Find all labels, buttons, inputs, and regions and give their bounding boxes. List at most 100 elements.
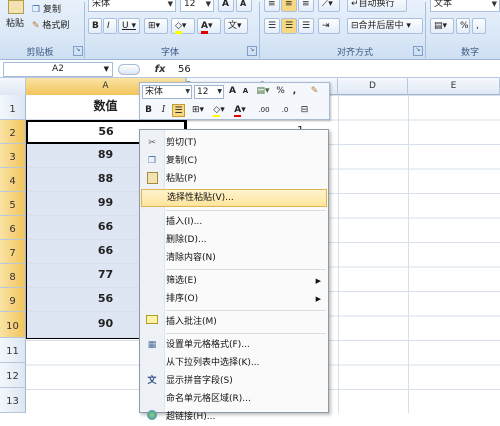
align-bottom-button[interactable]: ≡ <box>298 0 314 12</box>
menu-item-define-name[interactable]: 命名单元格区域(R)... <box>141 390 327 408</box>
mini-center-button[interactable]: ☰ <box>172 104 185 117</box>
number-group-label: 数字 <box>460 48 479 58</box>
mini-format-painter-button[interactable]: ✎ <box>308 85 321 98</box>
font-size-combo[interactable]: 12 ▼ <box>180 0 214 12</box>
clipboard-group-label: 剪贴板 <box>26 48 54 58</box>
mini-percent-button[interactable]: % <box>274 85 287 98</box>
ribbon: 粘贴 ❐ 复制 ✎ 格式刷 剪贴板 ↘ 宋体 ▼ 12 ▼ A A B I U ▾ … <box>0 0 500 60</box>
mini-decrease-decimal-button[interactable]: .0 <box>276 104 294 117</box>
mini-fill-color-button[interactable]: ◇▾ <box>210 104 228 117</box>
font-launcher-icon[interactable]: ↘ <box>247 46 257 56</box>
font-group-label: 字体 <box>160 48 179 58</box>
menu-item-delete[interactable]: 删除(D)... <box>141 231 327 249</box>
mini-merge-button[interactable]: ⊟ <box>298 104 311 117</box>
italic-button[interactable]: I <box>103 18 117 34</box>
align-center-button[interactable]: ☰ <box>281 18 297 34</box>
row-header-11[interactable]: 11 <box>0 338 26 363</box>
paste-icon <box>145 172 159 186</box>
menu-item-clear-contents[interactable]: 清除内容(N) <box>141 249 327 267</box>
currency-button[interactable]: ▤▾ <box>430 18 454 34</box>
merge-center-button[interactable]: ⊟合并后居中 ▾ <box>347 18 423 34</box>
insert-function-button[interactable]: fx <box>150 62 170 77</box>
merge-icon: ⊟ <box>351 21 359 31</box>
column-header-d[interactable]: D <box>338 78 408 95</box>
submenu-arrow-icon: ▶ <box>315 277 321 285</box>
paste-icon <box>8 0 24 14</box>
copy-label: 复制 <box>42 5 61 15</box>
font-color-button[interactable]: A▾ <box>197 18 221 34</box>
menu-item-paste[interactable]: 粘贴(P) <box>141 170 327 188</box>
menu-item-show-phonetic[interactable]: 文 显示拼音字段(S) <box>141 372 327 390</box>
menu-item-filter[interactable]: 筛选(E) ▶ <box>141 272 327 290</box>
menu-item-copy[interactable]: ❐ 复制(C) <box>141 152 327 170</box>
menu-item-hyperlink[interactable]: 超链接(H)... <box>141 408 327 422</box>
select-all-corner[interactable] <box>0 78 26 95</box>
formula-input[interactable]: 56 <box>178 62 498 77</box>
alignment-launcher-icon[interactable]: ↘ <box>413 46 423 56</box>
formula-bar-resize-handle[interactable] <box>118 64 140 75</box>
fill-color-button[interactable]: ◇▾ <box>171 18 195 34</box>
menu-item-insert[interactable]: 插入(I)... <box>141 213 327 231</box>
indent-button[interactable]: ⇥ <box>318 18 340 34</box>
align-middle-button[interactable]: ≡ <box>281 0 297 12</box>
format-painter-button[interactable]: ✎ 格式刷 <box>32 18 80 31</box>
row-header-10[interactable]: 10 <box>0 312 26 338</box>
menu-item-paste-special[interactable]: 选择性粘贴(V)... <box>141 189 327 207</box>
mini-font-color-button[interactable]: A▾ <box>231 104 249 117</box>
orientation-button[interactable]: ⟋▾ <box>318 0 340 12</box>
mini-increase-decimal-button[interactable]: .00 <box>254 104 274 117</box>
copy-button[interactable]: ❐ 复制 <box>32 2 72 15</box>
shrink-font-button[interactable]: A <box>236 0 252 12</box>
paste-button[interactable]: 粘贴 <box>2 0 28 42</box>
menu-item-pick-from-list[interactable]: 从下拉列表中选择(K)... <box>141 354 327 372</box>
chevron-down-icon[interactable]: ▼ <box>104 63 109 76</box>
align-left-button[interactable]: ☰ <box>264 18 280 34</box>
row-header-7[interactable]: 7 <box>0 240 26 264</box>
scissors-icon: ✂ <box>148 138 156 148</box>
bold-button[interactable]: B <box>88 18 102 34</box>
comma-button[interactable]: , <box>472 18 486 34</box>
row-header-13[interactable]: 13 <box>0 388 26 413</box>
row-header-3[interactable]: 3 <box>0 144 26 168</box>
mini-comma-button[interactable]: , <box>288 85 301 98</box>
row-header-4[interactable]: 4 <box>0 168 26 192</box>
row-header-2[interactable]: 2 <box>0 120 26 144</box>
clipboard-launcher-icon[interactable]: ↘ <box>73 46 83 56</box>
mini-borders-button[interactable]: ⊞▾ <box>189 104 207 117</box>
context-menu: ✂ 剪切(T) ❐ 复制(C) 粘贴(P) 选择性粘贴(V)... 插入(I).… <box>139 129 329 422</box>
name-box[interactable]: A2 ▼ <box>3 62 113 77</box>
row-header-9[interactable]: 9 <box>0 288 26 312</box>
phonetic-icon: 文 <box>147 376 157 386</box>
menu-item-format-cells[interactable]: ▦ 设置单元格格式(F)... <box>141 336 327 354</box>
row-header-5[interactable]: 5 <box>0 192 26 216</box>
mini-shrink-font-button[interactable]: A <box>239 85 252 98</box>
row-header-6[interactable]: 6 <box>0 216 26 240</box>
phonetic-button[interactable]: 文▾ <box>224 18 248 34</box>
menu-item-insert-comment[interactable]: 插入批注(M) <box>141 313 327 331</box>
percent-button[interactable]: % <box>456 18 470 34</box>
wrap-text-button[interactable]: ↵自动换行 <box>347 0 407 12</box>
mini-currency-button[interactable]: ▤▾ <box>254 85 272 98</box>
menu-item-sort[interactable]: 排序(O) ▶ <box>141 290 327 308</box>
row-header-1[interactable]: 1 <box>0 95 26 120</box>
number-format-combo[interactable]: 文本 ▼ <box>430 0 500 12</box>
row-header-8[interactable]: 8 <box>0 264 26 288</box>
fill-color-icon: ◇ <box>213 105 221 117</box>
font-name-combo[interactable]: 宋体 ▼ <box>88 0 176 12</box>
mini-bold-button[interactable]: B <box>142 104 155 117</box>
column-header-e[interactable]: E <box>408 78 500 95</box>
format-painter-icon: ✎ <box>32 21 40 31</box>
mini-font-combo[interactable]: 宋体 ▼ <box>142 85 192 99</box>
align-top-button[interactable]: ≡ <box>264 0 280 12</box>
mini-size-combo[interactable]: 12 ▼ <box>194 85 224 99</box>
grow-font-button[interactable]: A <box>218 0 234 12</box>
mini-italic-button[interactable]: I <box>157 104 170 117</box>
mini-grow-font-button[interactable]: A <box>226 85 239 98</box>
hyperlink-icon <box>145 410 159 424</box>
copy-icon: ❐ <box>147 156 157 166</box>
menu-item-cut[interactable]: ✂ 剪切(T) <box>141 134 327 152</box>
align-right-button[interactable]: ☰ <box>298 18 314 34</box>
borders-button[interactable]: ⊞▾ <box>144 18 168 34</box>
underline-button[interactable]: U ▾ <box>118 18 140 34</box>
row-header-12[interactable]: 12 <box>0 363 26 388</box>
